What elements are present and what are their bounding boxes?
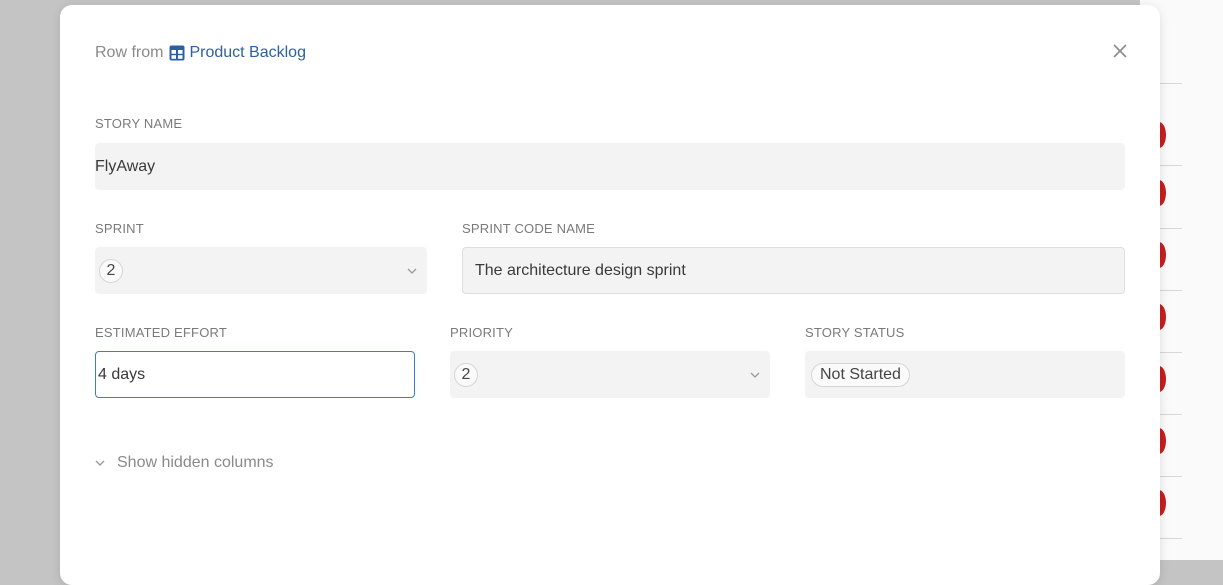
priority-select[interactable]: 2 (450, 351, 770, 398)
header-prefix: Row from (95, 44, 164, 61)
background-row-divider (1160, 228, 1182, 229)
story-status-pill: Not Started (811, 362, 910, 387)
table-icon (169, 45, 185, 61)
background-row-divider (1160, 290, 1182, 291)
source-table-link[interactable]: Product Backlog (189, 44, 306, 62)
background-row-divider (1160, 165, 1182, 166)
estimated-effort-value: 4 days (98, 365, 146, 383)
priority-label: PRIORITY (450, 325, 513, 340)
close-button[interactable] (1108, 39, 1132, 63)
sprint-code-name-label: SPRINT CODE NAME (462, 221, 595, 236)
story-name-label: STORY NAME (95, 116, 183, 131)
chevron-down-icon (407, 268, 417, 274)
show-hidden-columns-label: Show hidden columns (117, 454, 274, 471)
modal-header: Row from Product Backlog (95, 41, 306, 65)
sprint-code-name-value: The architecture design sprint (475, 261, 686, 279)
story-name-value: FlyAway (95, 157, 156, 175)
story-status-label: STORY STATUS (805, 325, 905, 340)
background-row-divider (1160, 538, 1182, 539)
priority-pill: 2 (454, 362, 478, 387)
chevron-down-icon (750, 372, 760, 378)
estimated-effort-input[interactable]: 4 days (95, 351, 415, 398)
story-name-field[interactable]: FlyAway (95, 143, 1125, 190)
show-hidden-columns-toggle[interactable]: Show hidden columns (95, 451, 274, 475)
sprint-select[interactable]: 2 (95, 247, 427, 294)
sprint-code-name-field[interactable]: The architecture design sprint (462, 247, 1125, 294)
story-status-field[interactable]: Not Started (805, 351, 1125, 398)
row-detail-modal: Row from Product Backlog STORY NAME FlyA… (60, 5, 1160, 585)
background-row-divider (1160, 83, 1182, 84)
background-row-divider (1160, 476, 1182, 477)
background-row-divider (1160, 352, 1182, 353)
close-icon (1113, 44, 1127, 58)
sprint-label: SPRINT (95, 221, 144, 236)
estimated-effort-label: ESTIMATED EFFORT (95, 325, 228, 340)
sprint-pill: 2 (99, 258, 123, 283)
chevron-down-icon (95, 460, 105, 466)
background-row-divider (1160, 414, 1182, 415)
